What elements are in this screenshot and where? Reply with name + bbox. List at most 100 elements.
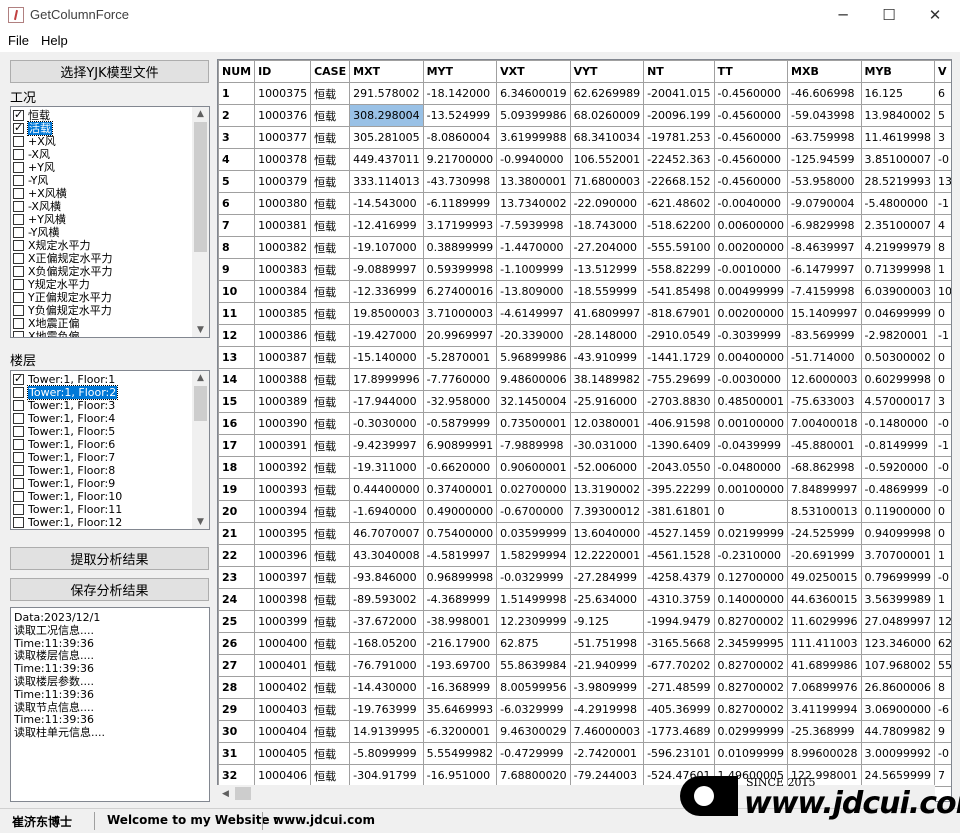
table-cell[interactable]: -9.0889997: [349, 258, 424, 281]
scroll-down-icon[interactable]: ▼: [192, 323, 209, 337]
table-cell[interactable]: 7.68800020: [496, 764, 571, 787]
table-cell[interactable]: 6.90899991: [422, 434, 498, 457]
row-header[interactable]: 20: [218, 500, 256, 523]
floor-item[interactable]: Tower:1, Floor:10: [11, 490, 193, 503]
table-cell[interactable]: 123.346000: [860, 632, 935, 655]
table-row[interactable]: 14 1000388 恒载 17.8999996 -7.7760000 9.4860000…: [218, 368, 951, 391]
table-cell[interactable]: -0.6620000: [422, 456, 498, 479]
row-header[interactable]: 24: [218, 588, 256, 611]
floor-item[interactable]: Tower:1, Floor:1: [11, 372, 193, 386]
table-cell[interactable]: 9: [933, 720, 951, 743]
table-cell[interactable]: 1000388: [254, 368, 312, 391]
table-cell[interactable]: -53.958000: [787, 170, 862, 193]
table-cell[interactable]: -6.1189999: [422, 192, 498, 215]
table-cell[interactable]: 2.34599995: [713, 632, 789, 655]
table-cell[interactable]: 1.58299994: [496, 544, 571, 567]
table-cell[interactable]: 0.82700002: [713, 610, 789, 633]
table-cell[interactable]: 0: [933, 302, 951, 325]
table-cell[interactable]: 1000395: [254, 522, 312, 545]
table-cell[interactable]: 4.57000017: [860, 390, 935, 413]
table-cell[interactable]: 0.00499999: [713, 280, 789, 303]
table-cell[interactable]: 12: [933, 610, 951, 633]
table-cell[interactable]: 0.00100000: [713, 478, 789, 501]
table-cell[interactable]: 3.17199993: [422, 214, 498, 237]
table-cell[interactable]: 0: [933, 522, 951, 545]
menu-help[interactable]: Help: [41, 33, 68, 48]
table-cell[interactable]: 7.84899997: [787, 478, 862, 501]
table-row[interactable]: 27 1000401 恒载 -76.791000 -193.69700 55.863998…: [218, 654, 951, 677]
load-case-checkbox[interactable]: [13, 201, 24, 212]
table-row[interactable]: 12 1000386 恒载 -19.427000 20.9969997 -20.33900…: [218, 324, 951, 347]
row-header[interactable]: 15: [218, 390, 256, 413]
table-cell[interactable]: 9.48600006: [496, 368, 571, 391]
table-cell[interactable]: -0: [933, 412, 951, 435]
table-cell[interactable]: 恒载: [310, 258, 351, 281]
load-case-checkbox[interactable]: [13, 162, 24, 173]
table-cell[interactable]: -6.3200001: [422, 720, 498, 743]
table-cell[interactable]: -0.3030000: [349, 412, 424, 435]
table-cell[interactable]: -4.5819997: [422, 544, 498, 567]
table-cell[interactable]: 17.8999996: [349, 368, 424, 391]
table-cell[interactable]: 7.39300012: [569, 500, 645, 523]
table-cell[interactable]: -15.140000: [349, 346, 424, 369]
table-row[interactable]: 20 1000394 恒载 -1.6940000 0.49000000 -0.670000…: [218, 500, 951, 523]
load-case-checkbox[interactable]: [13, 108, 24, 121]
row-header[interactable]: 4: [218, 148, 256, 171]
table-cell[interactable]: 13.3190002: [569, 478, 645, 501]
scroll-left-icon[interactable]: ◀: [217, 785, 234, 802]
table-cell[interactable]: -0.4560000: [713, 126, 789, 149]
table-cell[interactable]: -5.2870001: [422, 346, 498, 369]
row-header[interactable]: 18: [218, 456, 256, 479]
table-cell[interactable]: -4.2919998: [569, 698, 645, 721]
table-cell[interactable]: -79.244003: [569, 764, 645, 787]
table-cell[interactable]: -13.809000: [496, 280, 571, 303]
table-cell[interactable]: 3.41199994: [787, 698, 862, 721]
table-cell[interactable]: -19.311000: [349, 456, 424, 479]
table-cell[interactable]: 68.0260009: [569, 104, 645, 127]
table-cell[interactable]: 0.00600000: [713, 214, 789, 237]
table-cell[interactable]: -7.4159998: [787, 280, 862, 303]
table-cell[interactable]: -14.430000: [349, 676, 424, 699]
table-cell[interactable]: 0: [713, 500, 789, 523]
table-row[interactable]: 21 1000395 恒载 46.7070007 0.75400000 0.0359999…: [218, 522, 951, 545]
table-cell[interactable]: -18.142000: [422, 82, 498, 105]
column-header[interactable]: VXT: [496, 60, 571, 83]
table-cell[interactable]: -9.125: [569, 610, 645, 633]
table-row[interactable]: 18 1000392 恒载 -19.311000 -0.6620000 0.9060000…: [218, 456, 951, 479]
load-case-item[interactable]: -X风: [11, 148, 193, 161]
row-header[interactable]: 31: [218, 742, 256, 765]
table-row[interactable]: 1 1000375 恒载 291.578002 -18.142000 6.34600019…: [218, 82, 951, 105]
table-cell[interactable]: 恒载: [310, 148, 351, 171]
table-cell[interactable]: -27.204000: [569, 236, 645, 259]
table-cell[interactable]: 0.59399998: [422, 258, 498, 281]
table-cell[interactable]: -30.031000: [569, 434, 645, 457]
floor-item[interactable]: Tower:1, Floor:9: [11, 477, 193, 490]
table-cell[interactable]: 0.50300002: [860, 346, 935, 369]
row-header[interactable]: 6: [218, 192, 256, 215]
table-cell[interactable]: -12.416999: [349, 214, 424, 237]
table-cell[interactable]: 6.03900003: [860, 280, 935, 303]
table-cell[interactable]: 恒载: [310, 544, 351, 567]
table-cell[interactable]: -0.0010000: [713, 258, 789, 281]
table-cell[interactable]: -18.743000: [569, 214, 645, 237]
table-cell[interactable]: 3.56399989: [860, 588, 935, 611]
table-cell[interactable]: -17.944000: [349, 390, 424, 413]
load-case-checkbox[interactable]: [13, 253, 24, 264]
table-cell[interactable]: -1: [933, 434, 951, 457]
table-cell[interactable]: -1773.4689: [643, 720, 715, 743]
row-header[interactable]: 16: [218, 412, 256, 435]
row-header[interactable]: 28: [218, 676, 256, 699]
table-cell[interactable]: -6.9829998: [787, 214, 862, 237]
load-case-item[interactable]: -Y风: [11, 174, 193, 187]
row-header[interactable]: 26: [218, 632, 256, 655]
table-cell[interactable]: 38.1489982: [569, 368, 645, 391]
table-cell[interactable]: -518.62200: [643, 214, 715, 237]
row-header[interactable]: 21: [218, 522, 256, 545]
table-cell[interactable]: 0.44400000: [349, 478, 424, 501]
table-cell[interactable]: 449.437011: [349, 148, 424, 171]
table-cell[interactable]: -20041.015: [643, 82, 715, 105]
load-case-checkbox[interactable]: [13, 121, 24, 134]
table-cell[interactable]: -46.606998: [787, 82, 862, 105]
load-case-checkbox[interactable]: [13, 318, 24, 329]
table-cell[interactable]: -93.846000: [349, 566, 424, 589]
